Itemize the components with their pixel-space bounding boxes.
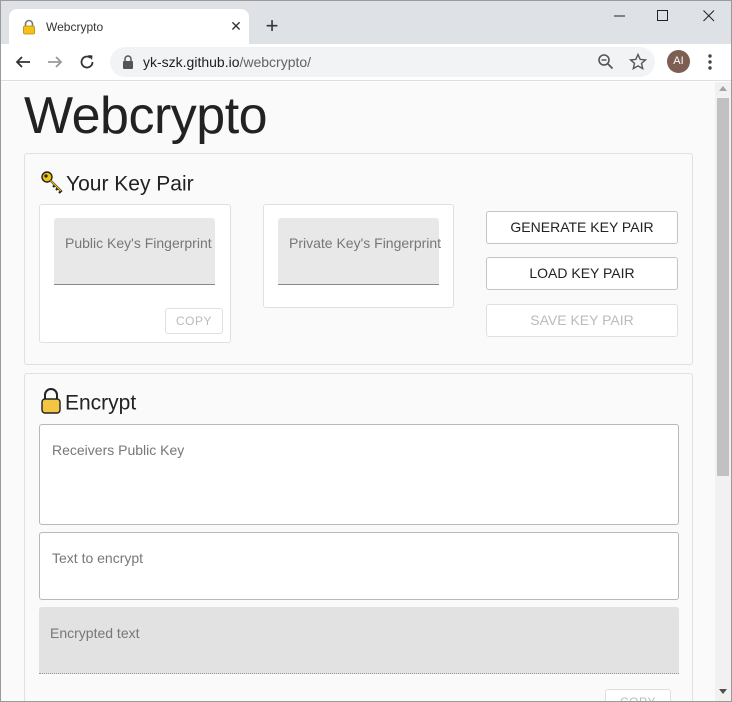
scroll-up-arrow-icon[interactable]: [719, 86, 727, 91]
forward-arrow-icon: [48, 56, 63, 68]
maximize-button[interactable]: [640, 1, 686, 31]
vertical-scrollbar[interactable]: [715, 82, 731, 701]
reload-icon: [80, 55, 94, 69]
padlock-icon: [39, 388, 63, 420]
scroll-thumb[interactable]: [717, 98, 729, 476]
load-key-pair-button[interactable]: LOAD KEY PAIR: [486, 257, 678, 290]
zoom-icon[interactable]: [597, 53, 615, 71]
browser-window: Webcrypto ✕ + yk-szk.github.io/webcrypto…: [0, 0, 732, 702]
private-fingerprint-box: Private Key's Fingerprint: [263, 204, 454, 308]
bookmark-star-icon[interactable]: [629, 53, 647, 71]
page-title: Webcrypto: [24, 87, 268, 145]
url-path: /webcrypto/: [239, 54, 312, 70]
public-fingerprint-label: Public Key's Fingerprint: [65, 235, 212, 251]
encrypt-card: Encrypt Receivers Public Key Text to enc…: [24, 373, 693, 701]
public-fingerprint-box: Public Key's Fingerprint COPY: [39, 204, 231, 343]
reload-button[interactable]: [75, 50, 99, 74]
tab-close-icon[interactable]: ✕: [228, 18, 244, 34]
copy-encrypted-text-button[interactable]: COPY: [605, 689, 671, 701]
key-pair-heading: Your Key Pair: [40, 170, 194, 200]
key-pair-card: Your Key Pair Public Key's Fingerprint C…: [24, 153, 693, 365]
public-fingerprint-field[interactable]: Public Key's Fingerprint: [54, 218, 215, 285]
text-to-encrypt-placeholder: Text to encrypt: [52, 550, 144, 566]
private-fingerprint-label: Private Key's Fingerprint: [289, 235, 442, 251]
tab-title: Webcrypto: [46, 20, 104, 34]
encrypted-text-placeholder: Encrypted text: [50, 625, 140, 641]
kebab-menu-icon[interactable]: [702, 52, 718, 72]
tab-webcrypto[interactable]: Webcrypto ✕: [9, 9, 249, 44]
back-button[interactable]: [11, 50, 35, 74]
encrypted-text-output[interactable]: Encrypted text: [39, 607, 679, 674]
minimize-button[interactable]: [597, 1, 643, 31]
browser-toolbar: yk-szk.github.io/webcrypto/ AI: [1, 44, 731, 81]
private-fingerprint-field[interactable]: Private Key's Fingerprint: [278, 218, 442, 285]
minimize-icon: [614, 15, 625, 17]
text-to-encrypt-input[interactable]: Text to encrypt: [39, 532, 679, 600]
lock-favicon-icon: [21, 19, 37, 35]
profile-avatar[interactable]: AI: [667, 50, 690, 73]
key-pair-title: Your Key Pair: [66, 172, 194, 196]
lock-icon: [123, 55, 133, 69]
url-host: yk-szk.github.io: [143, 54, 240, 70]
page-content: Webcrypto Your Key Pair Public Key's Fin…: [1, 82, 715, 701]
encrypt-title: Encrypt: [65, 391, 137, 415]
forward-button[interactable]: [43, 50, 67, 74]
generate-key-pair-button[interactable]: GENERATE KEY PAIR: [486, 211, 678, 244]
url-text: yk-szk.github.io/webcrypto/: [143, 54, 311, 70]
close-icon: [703, 10, 715, 22]
back-arrow-icon: [15, 56, 30, 68]
save-key-pair-button[interactable]: SAVE KEY PAIR: [486, 304, 678, 337]
encrypt-heading: Encrypt: [39, 388, 136, 420]
maximize-icon: [657, 10, 668, 21]
close-window-button[interactable]: [685, 1, 731, 31]
new-tab-button[interactable]: +: [261, 15, 283, 37]
key-icon: [40, 170, 64, 200]
receivers-public-key-placeholder: Receivers Public Key: [52, 442, 185, 458]
receivers-public-key-input[interactable]: Receivers Public Key: [39, 424, 679, 525]
scroll-down-arrow-icon[interactable]: [719, 689, 727, 694]
address-bar[interactable]: yk-szk.github.io/webcrypto/: [110, 47, 655, 77]
copy-public-fingerprint-button[interactable]: COPY: [165, 308, 223, 334]
